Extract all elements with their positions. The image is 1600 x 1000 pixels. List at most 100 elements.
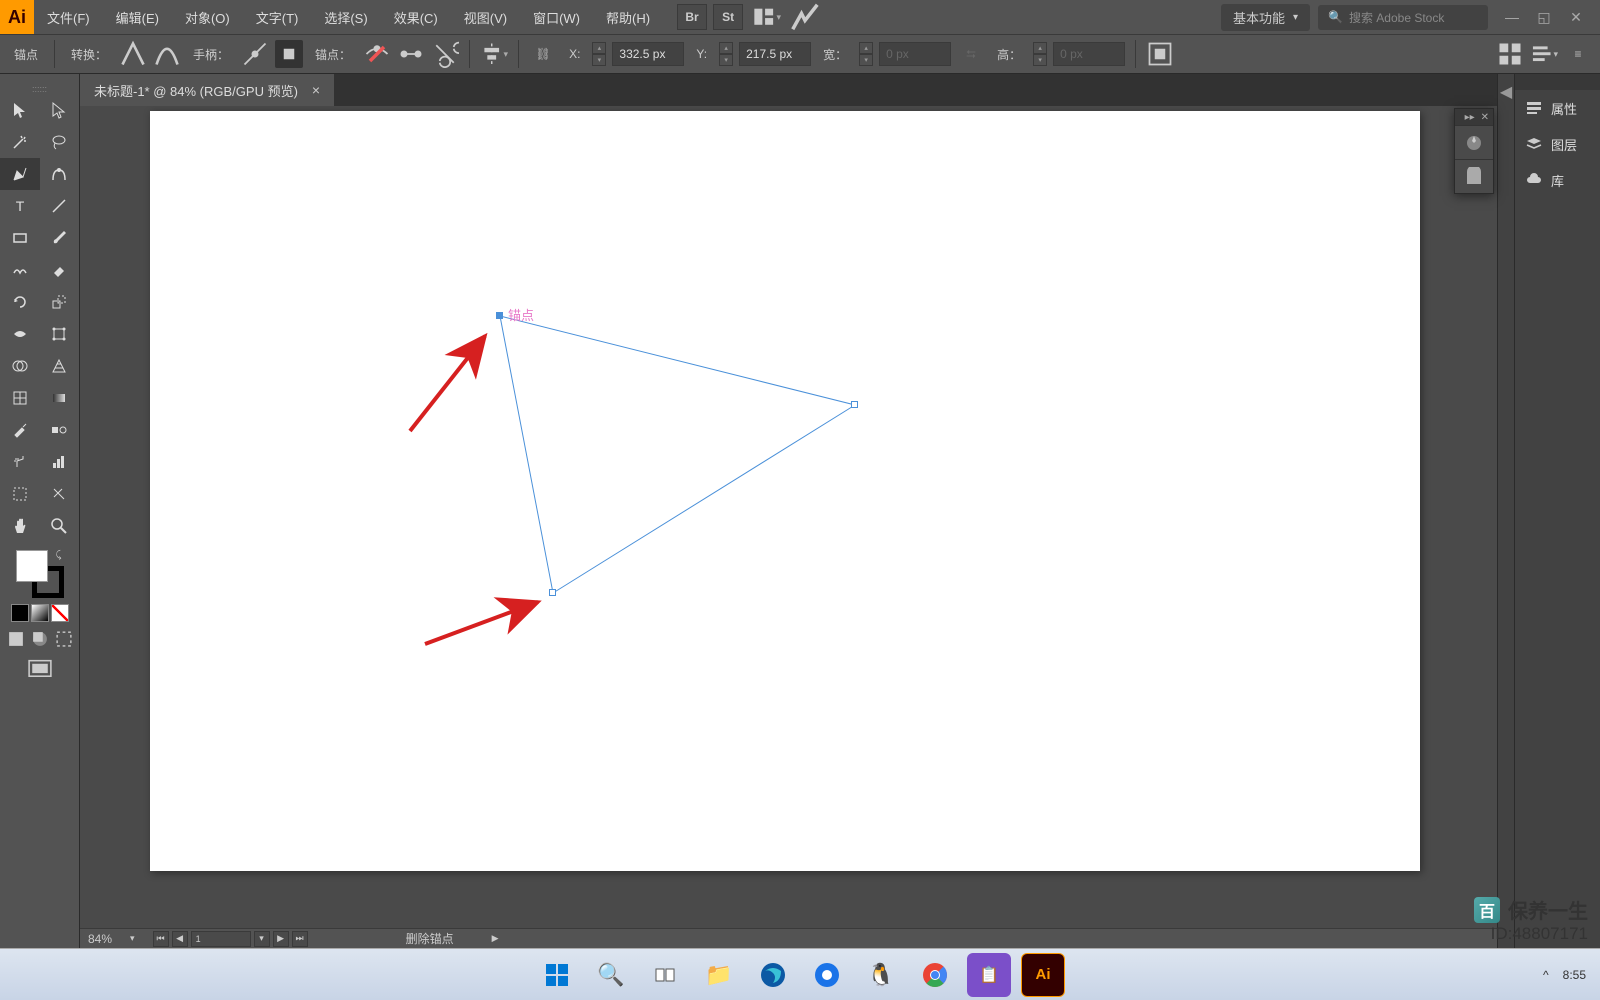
align-panel-icon[interactable]: ▾ (1530, 40, 1558, 68)
eyedropper-tool[interactable] (0, 414, 40, 446)
zoom-tool[interactable] (40, 510, 80, 542)
link-icon[interactable]: ⛓ (529, 40, 557, 68)
workspace-switcher[interactable]: 基本功能▾ (1221, 4, 1310, 31)
lock-aspect-icon[interactable]: ⮀ (957, 40, 985, 68)
start-button[interactable] (535, 953, 579, 997)
none-swatch[interactable] (51, 604, 69, 622)
blend-tool[interactable] (40, 414, 80, 446)
tab-close-icon[interactable]: × (312, 82, 320, 98)
gradient-swatch[interactable] (31, 604, 49, 622)
curvature-tool[interactable] (40, 158, 80, 190)
selection-tool[interactable] (0, 94, 40, 126)
floating-panel[interactable]: ▸▸ ✕ (1454, 108, 1494, 194)
artboard-dropdown-icon[interactable]: ▾ (254, 931, 270, 947)
color-panel-icon[interactable] (1455, 125, 1493, 159)
anchor-point[interactable] (851, 401, 858, 408)
qq-taskbar-icon[interactable]: 🐧 (859, 953, 903, 997)
task-view-icon[interactable] (643, 953, 687, 997)
magic-wand-tool[interactable] (0, 126, 40, 158)
stock-icon[interactable]: St (713, 4, 743, 30)
w-spinner[interactable]: ▴▾ (859, 42, 873, 66)
bridge-icon[interactable]: Br (677, 4, 707, 30)
artboard-tool[interactable] (0, 478, 40, 510)
rotate-tool[interactable] (0, 286, 40, 318)
gradient-tool[interactable] (40, 382, 80, 414)
pen-tool[interactable] (0, 158, 40, 190)
scale-tool[interactable] (40, 286, 80, 318)
artboard-number[interactable]: 1 (191, 931, 251, 947)
slice-tool[interactable] (40, 478, 80, 510)
arrange-docs-icon[interactable]: ▾ (753, 3, 781, 31)
cut-anchor-icon[interactable] (431, 40, 459, 68)
isolate-icon[interactable] (1146, 40, 1174, 68)
notes-taskbar-icon[interactable]: 📋 (967, 953, 1011, 997)
color-swatch[interactable] (11, 604, 29, 622)
menu-type[interactable]: 文字(T) (243, 0, 312, 34)
zoom-level[interactable]: 84% (88, 932, 112, 946)
direct-selection-tool[interactable] (40, 94, 80, 126)
maximize-button[interactable]: ◱ (1528, 5, 1560, 29)
fill-swatch[interactable] (16, 550, 48, 582)
w-input[interactable] (879, 42, 951, 66)
perspective-tool[interactable] (40, 350, 80, 382)
remove-anchor-icon[interactable] (363, 40, 391, 68)
close-icon[interactable]: ✕ (1481, 112, 1489, 123)
draw-inside-icon[interactable] (53, 628, 75, 650)
menu-effect[interactable]: 效果(C) (381, 0, 451, 34)
menu-view[interactable]: 视图(V) (451, 0, 520, 34)
eraser-tool[interactable] (40, 254, 80, 286)
connect-anchor-icon[interactable] (397, 40, 425, 68)
collapse-icon[interactable]: ▸▸ (1465, 112, 1475, 123)
chevron-down-icon[interactable]: ▾ (130, 933, 135, 944)
browser-taskbar-icon[interactable] (805, 953, 849, 997)
menu-select[interactable]: 选择(S) (311, 0, 380, 34)
illustrator-taskbar-icon[interactable]: Ai (1021, 953, 1065, 997)
x-spinner[interactable]: ▴▾ (592, 42, 606, 66)
y-input[interactable] (739, 42, 811, 66)
panel-collapse-strip[interactable]: ◀ (1497, 74, 1515, 948)
y-spinner[interactable]: ▴▾ (719, 42, 733, 66)
h-spinner[interactable]: ▴▾ (1033, 42, 1047, 66)
search-taskbar-icon[interactable]: 🔍 (589, 953, 633, 997)
tool-panel-handle[interactable]: :::::: (0, 84, 79, 94)
status-dropdown-icon[interactable]: ▶ (492, 933, 499, 944)
handle-hide-icon[interactable] (275, 40, 303, 68)
hand-tool[interactable] (0, 510, 40, 542)
menu-edit[interactable]: 编辑(E) (103, 0, 172, 34)
graph-tool[interactable] (40, 446, 80, 478)
gpu-icon[interactable] (791, 3, 819, 31)
width-tool[interactable] (0, 318, 40, 350)
panel-handle[interactable] (1515, 74, 1600, 90)
anchor-point-selected[interactable] (496, 312, 503, 319)
close-button[interactable]: ✕ (1560, 5, 1592, 29)
draw-normal-icon[interactable] (5, 628, 27, 650)
last-artboard-button[interactable]: ⏭ (292, 931, 308, 947)
edge-taskbar-icon[interactable] (751, 953, 795, 997)
menu-help[interactable]: 帮助(H) (593, 0, 663, 34)
floating-panel-header[interactable]: ▸▸ ✕ (1455, 109, 1493, 125)
shape-builder-tool[interactable] (0, 350, 40, 382)
mesh-tool[interactable] (0, 382, 40, 414)
shaper-tool[interactable] (0, 254, 40, 286)
fill-stroke-control[interactable]: ⤹ (16, 550, 64, 598)
free-transform-tool[interactable] (40, 318, 80, 350)
properties-panel-tab[interactable]: 属性 (1515, 90, 1600, 126)
line-tool[interactable] (40, 190, 80, 222)
artboard[interactable]: 锚点 (150, 111, 1420, 871)
layers-panel-tab[interactable]: 图层 (1515, 126, 1600, 162)
explorer-taskbar-icon[interactable]: 📁 (697, 953, 741, 997)
symbol-sprayer-tool[interactable] (0, 446, 40, 478)
type-tool[interactable]: T (0, 190, 40, 222)
menu-icon[interactable]: ≡ (1564, 40, 1592, 68)
first-artboard-button[interactable]: ⏮ (153, 931, 169, 947)
rectangle-tool[interactable] (0, 222, 40, 254)
h-input[interactable] (1053, 42, 1125, 66)
screen-mode-icon[interactable] (26, 656, 54, 684)
handle-show-icon[interactable] (241, 40, 269, 68)
libraries-panel-tab[interactable]: 库 (1515, 162, 1600, 198)
next-artboard-button[interactable]: ▶ (273, 931, 289, 947)
swatches-panel-icon[interactable] (1455, 159, 1493, 193)
canvas[interactable]: 锚点 (80, 106, 1497, 928)
paintbrush-tool[interactable] (40, 222, 80, 254)
anchor-point[interactable] (549, 589, 556, 596)
